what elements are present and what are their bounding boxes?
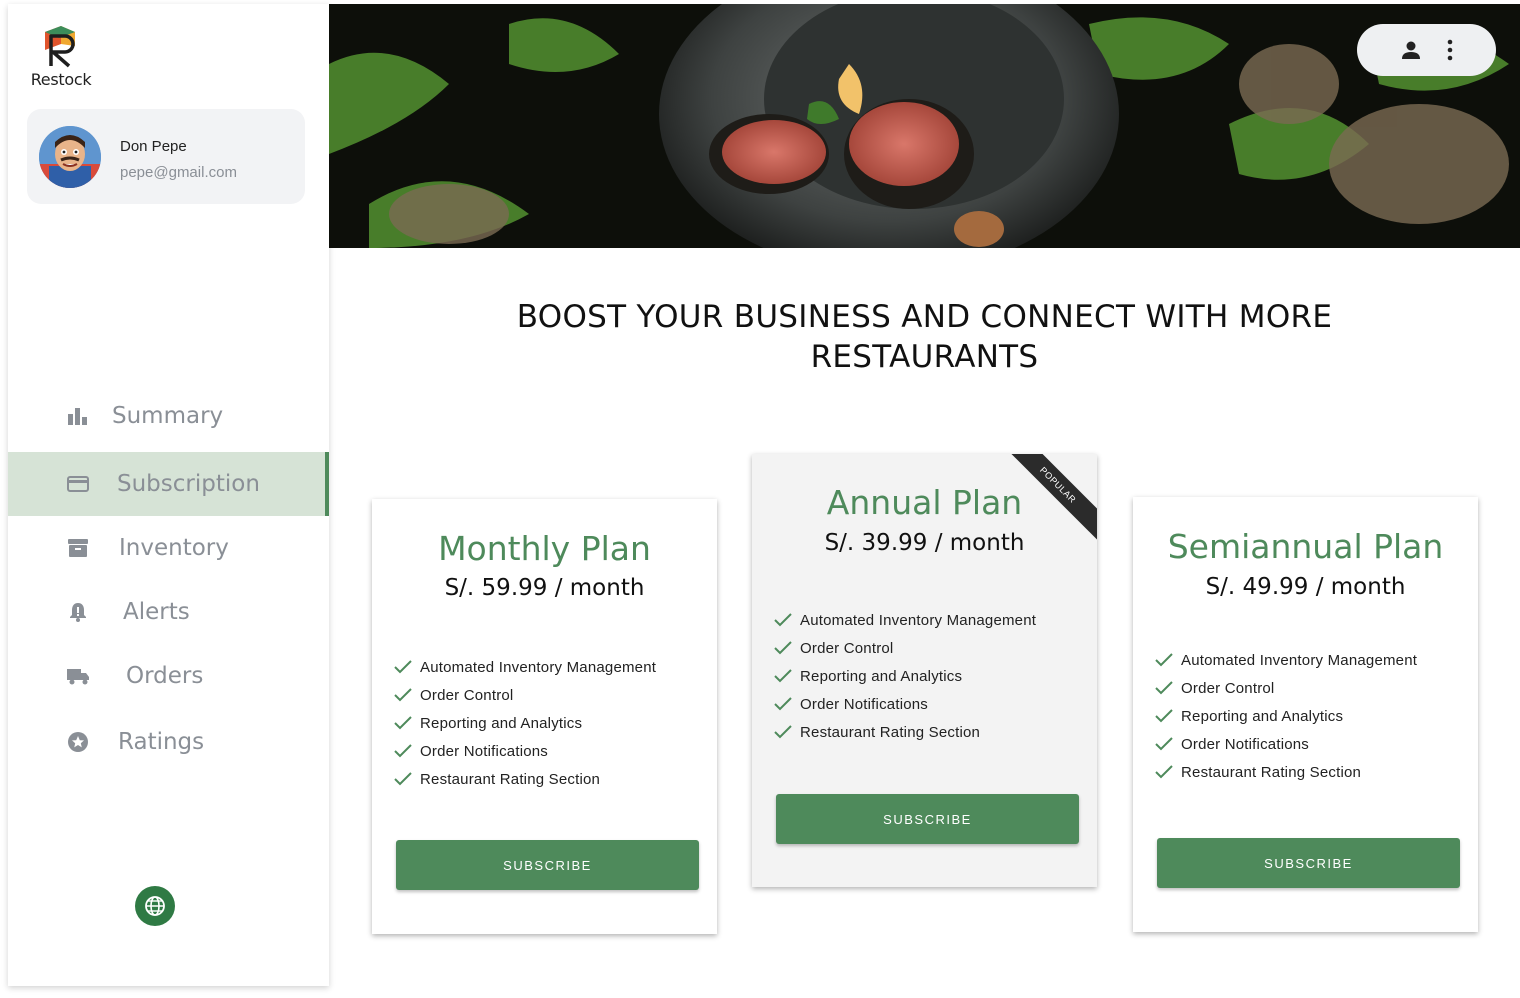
brand-name: Restock (30, 70, 92, 89)
list-item: Restaurant Rating Section (394, 765, 656, 793)
plan-name: Semiannual Plan (1167, 527, 1444, 566)
list-item: Order Control (1155, 674, 1417, 702)
check-icon (774, 697, 792, 711)
feature-text: Automated Inventory Management (800, 611, 1037, 629)
credit-card-icon (66, 472, 90, 496)
list-item: Order Notifications (1155, 730, 1417, 758)
star-circle-icon (66, 730, 90, 754)
feature-text: Order Notifications (1181, 735, 1310, 753)
feature-text: Restaurant Rating Section (420, 770, 601, 788)
feature-text: Restaurant Rating Section (1181, 763, 1362, 781)
list-item: Order Control (774, 634, 1036, 662)
plan-card-monthly: Monthly Plan S/. 59.99 / month Automated… (372, 499, 717, 934)
sidebar-item-label: Orders (126, 663, 204, 689)
bell-alert-icon (66, 600, 90, 624)
bar-chart-icon (66, 404, 90, 428)
sidebar-item-label: Inventory (119, 535, 229, 561)
avatar (39, 126, 101, 188)
sidebar-item-subscription[interactable]: Subscription (8, 452, 329, 516)
sidebar: Restock Don Pepe pepe@gmail.com Summary (8, 4, 329, 986)
feature-text: Reporting and Analytics (800, 667, 963, 685)
plan-card-semiannual: Semiannual Plan S/. 49.99 / month Automa… (1133, 497, 1478, 932)
check-icon (1155, 653, 1173, 667)
check-icon (774, 725, 792, 739)
plan-card-annual: POPULAR Annual Plan S/. 39.99 / month Au… (752, 454, 1097, 887)
list-item: Automated Inventory Management (774, 606, 1036, 634)
restock-logo-icon (45, 26, 75, 68)
feature-text: Reporting and Analytics (420, 714, 583, 732)
user-profile-card[interactable]: Don Pepe pepe@gmail.com (27, 109, 305, 204)
archive-box-icon (66, 536, 90, 560)
subscribe-button-monthly[interactable]: SUBSCRIBE (396, 840, 699, 890)
headline-line-1: BOOST YOUR BUSINESS AND CONNECT WITH MOR… (516, 299, 1333, 335)
list-item: Restaurant Rating Section (774, 718, 1036, 746)
feature-text: Order Notifications (420, 742, 549, 760)
plan-name: Monthly Plan (438, 529, 651, 568)
feature-text: Automated Inventory Management (1181, 651, 1418, 669)
sidebar-item-label: Subscription (117, 471, 260, 497)
feature-text: Automated Inventory Management (420, 658, 657, 676)
language-button[interactable] (135, 886, 175, 926)
check-icon (774, 669, 792, 683)
feature-list: Automated Inventory Management Order Con… (1155, 646, 1417, 786)
feature-list: Automated Inventory Management Order Con… (774, 606, 1036, 746)
list-item: Reporting and Analytics (1155, 702, 1417, 730)
feature-text: Reporting and Analytics (1181, 707, 1344, 725)
list-item: Reporting and Analytics (774, 662, 1036, 690)
sidebar-item-ratings[interactable]: Ratings (8, 710, 329, 774)
check-icon (394, 716, 412, 730)
hero-food-image (329, 4, 1520, 248)
check-icon (774, 613, 792, 627)
sidebar-nav: Summary Subscription Inventory Alerts Or… (8, 384, 329, 774)
hero-banner (329, 4, 1520, 248)
check-icon (1155, 737, 1173, 751)
user-name: Don Pepe (120, 138, 187, 155)
sidebar-item-label: Summary (112, 403, 224, 429)
feature-text: Order Notifications (800, 695, 929, 713)
feature-text: Order Control (420, 686, 514, 704)
check-icon (1155, 709, 1173, 723)
list-item: Restaurant Rating Section (1155, 758, 1417, 786)
check-icon (394, 772, 412, 786)
plan-price: S/. 49.99 / month (1205, 574, 1406, 600)
subscribe-button-annual[interactable]: SUBSCRIBE (776, 794, 1079, 844)
sidebar-item-summary[interactable]: Summary (8, 384, 329, 448)
more-vertical-icon[interactable] (1446, 39, 1454, 61)
truck-icon (66, 664, 90, 688)
plan-name: Annual Plan (826, 483, 1023, 522)
feature-text: Order Control (800, 639, 894, 657)
check-icon (394, 744, 412, 758)
subscribe-button-semiannual[interactable]: SUBSCRIBE (1157, 838, 1460, 888)
check-icon (394, 660, 412, 674)
sidebar-item-orders[interactable]: Orders (8, 644, 329, 708)
plan-price: S/. 39.99 / month (824, 530, 1025, 556)
brand-logo[interactable]: Restock (26, 22, 96, 89)
user-email: pepe@gmail.com (120, 164, 237, 181)
list-item: Order Notifications (394, 737, 656, 765)
list-item: Automated Inventory Management (394, 653, 656, 681)
plan-price: S/. 59.99 / month (444, 575, 645, 601)
feature-text: Order Control (1181, 679, 1275, 697)
sidebar-item-inventory[interactable]: Inventory (8, 516, 329, 580)
feature-list: Automated Inventory Management Order Con… (394, 653, 656, 793)
check-icon (774, 641, 792, 655)
check-icon (394, 688, 412, 702)
sidebar-item-label: Alerts (123, 599, 190, 625)
page-headline: BOOST YOUR BUSINESS AND CONNECT WITH MOR… (329, 297, 1520, 377)
person-icon[interactable] (1399, 38, 1423, 62)
sidebar-item-alerts[interactable]: Alerts (8, 580, 329, 644)
list-item: Reporting and Analytics (394, 709, 656, 737)
header-actions (1357, 24, 1496, 76)
list-item: Automated Inventory Management (1155, 646, 1417, 674)
check-icon (1155, 681, 1173, 695)
headline-line-2: RESTAURANTS (810, 339, 1039, 375)
sidebar-item-label: Ratings (118, 729, 205, 755)
list-item: Order Notifications (774, 690, 1036, 718)
check-icon (1155, 765, 1173, 779)
globe-icon (145, 896, 165, 916)
list-item: Order Control (394, 681, 656, 709)
feature-text: Restaurant Rating Section (800, 723, 981, 741)
